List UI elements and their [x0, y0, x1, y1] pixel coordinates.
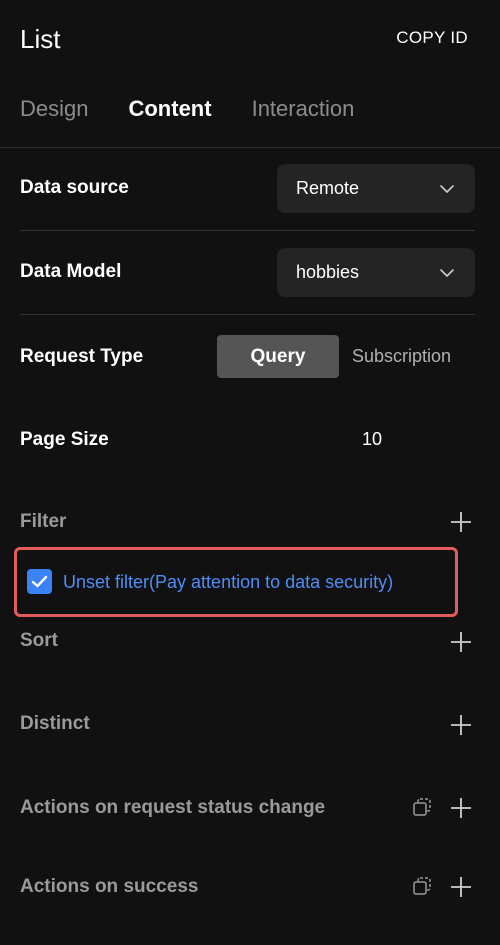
tab-design[interactable]: Design	[20, 95, 88, 125]
panel-title: List	[20, 24, 61, 54]
chevron-down-icon	[440, 185, 454, 193]
add-success-action-plus-icon[interactable]	[450, 876, 472, 898]
chevron-down-icon	[440, 269, 454, 277]
sort-label: Sort	[20, 630, 58, 651]
row-divider	[20, 230, 475, 231]
data-model-row: Data Model hobbies	[20, 248, 475, 297]
add-distinct-plus-icon[interactable]	[450, 714, 472, 736]
unset-filter-checkbox[interactable]	[27, 569, 52, 594]
tab-bar: Design Content Interaction	[20, 95, 394, 125]
data-source-value: Remote	[296, 178, 360, 198]
distinct-label: Distinct	[20, 713, 90, 734]
data-source-row: Data source Remote	[20, 164, 475, 213]
copy-id-button[interactable]: COPY ID	[396, 28, 468, 48]
copy-icon[interactable]	[412, 797, 432, 817]
row-divider	[20, 314, 475, 315]
tab-interaction[interactable]: Interaction	[252, 95, 355, 125]
copy-icon[interactable]	[412, 876, 432, 896]
data-source-label: Data source	[20, 177, 129, 198]
check-icon	[31, 575, 48, 588]
page-size-input[interactable]: 10	[362, 428, 382, 450]
add-filter-plus-icon[interactable]	[450, 511, 472, 533]
request-type-subscription-option[interactable]: Subscription	[339, 335, 464, 378]
add-status-action-plus-icon[interactable]	[450, 797, 472, 819]
actions-status-change-label: Actions on request status change	[20, 797, 326, 818]
page-size-label: Page Size	[20, 429, 109, 450]
data-source-select[interactable]: Remote	[277, 164, 475, 213]
unset-filter-label[interactable]: Unset filter(Pay attention to data secur…	[63, 571, 393, 593]
data-model-select[interactable]: hobbies	[277, 248, 475, 297]
tabs-divider	[0, 147, 500, 148]
request-type-segmented: Query Subscription	[217, 335, 464, 378]
data-model-value: hobbies	[296, 262, 360, 282]
request-type-query-option[interactable]: Query	[217, 335, 339, 378]
tab-content[interactable]: Content	[128, 95, 211, 125]
add-sort-plus-icon[interactable]	[450, 631, 472, 653]
request-type-label: Request Type	[20, 346, 144, 367]
panel-header: List COPY ID	[0, 0, 500, 78]
data-model-label: Data Model	[20, 261, 122, 282]
filter-label: Filter	[20, 511, 67, 532]
actions-success-label: Actions on success	[20, 876, 199, 897]
